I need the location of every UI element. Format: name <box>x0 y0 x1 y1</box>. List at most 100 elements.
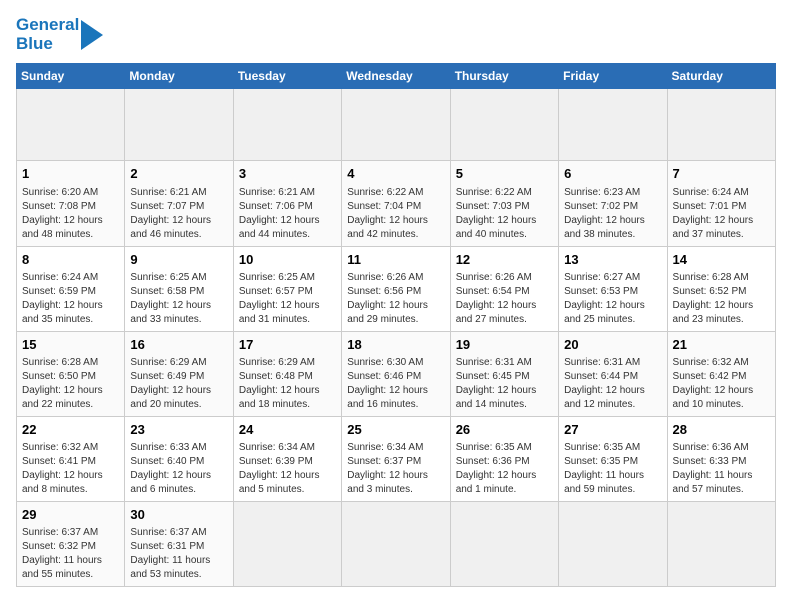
day-info: Sunset: 6:37 PM <box>347 455 444 469</box>
day-number: 26 <box>456 421 553 439</box>
day-info: Daylight: 12 hours <box>456 214 553 228</box>
day-info: Sunset: 7:07 PM <box>130 200 227 214</box>
day-number: 28 <box>673 421 770 439</box>
table-cell: 25Sunrise: 6:34 AMSunset: 6:37 PMDayligh… <box>342 416 450 501</box>
day-info: Sunrise: 6:23 AM <box>564 186 661 200</box>
day-info: and 20 minutes. <box>130 398 227 412</box>
day-info: Sunset: 6:52 PM <box>673 285 770 299</box>
day-info: and 5 minutes. <box>239 483 336 497</box>
table-cell <box>667 502 775 587</box>
day-info: Daylight: 12 hours <box>347 214 444 228</box>
day-info: Daylight: 12 hours <box>239 384 336 398</box>
logo-general: General <box>16 16 79 35</box>
table-cell <box>342 502 450 587</box>
day-info: Sunrise: 6:37 AM <box>130 526 227 540</box>
day-number: 8 <box>22 251 119 269</box>
day-info: Sunset: 6:41 PM <box>22 455 119 469</box>
logo: General Blue <box>16 16 103 53</box>
day-info: Sunset: 6:58 PM <box>130 285 227 299</box>
day-info: Daylight: 12 hours <box>456 299 553 313</box>
day-number: 30 <box>130 506 227 524</box>
day-number: 13 <box>564 251 661 269</box>
header: General Blue <box>16 16 776 53</box>
day-info: Sunrise: 6:37 AM <box>22 526 119 540</box>
day-info: Sunset: 6:42 PM <box>673 370 770 384</box>
day-info: Daylight: 12 hours <box>22 214 119 228</box>
day-number: 17 <box>239 336 336 354</box>
col-tuesday: Tuesday <box>233 64 341 89</box>
day-info: Sunset: 6:50 PM <box>22 370 119 384</box>
day-info: and 29 minutes. <box>347 313 444 327</box>
day-number: 1 <box>22 165 119 183</box>
day-info: Daylight: 12 hours <box>130 384 227 398</box>
table-cell: 9Sunrise: 6:25 AMSunset: 6:58 PMDaylight… <box>125 246 233 331</box>
table-cell: 24Sunrise: 6:34 AMSunset: 6:39 PMDayligh… <box>233 416 341 501</box>
day-info: Daylight: 12 hours <box>347 299 444 313</box>
day-info: Sunrise: 6:28 AM <box>673 271 770 285</box>
day-info: and 12 minutes. <box>564 398 661 412</box>
table-cell <box>125 89 233 161</box>
table-cell: 19Sunrise: 6:31 AMSunset: 6:45 PMDayligh… <box>450 331 558 416</box>
day-info: Sunset: 6:31 PM <box>130 540 227 554</box>
day-info: and 14 minutes. <box>456 398 553 412</box>
day-info: Sunrise: 6:33 AM <box>130 441 227 455</box>
day-info: Sunset: 7:02 PM <box>564 200 661 214</box>
day-info: Daylight: 12 hours <box>347 469 444 483</box>
day-info: Sunset: 6:54 PM <box>456 285 553 299</box>
day-number: 6 <box>564 165 661 183</box>
day-info: and 57 minutes. <box>673 483 770 497</box>
day-info: Daylight: 12 hours <box>239 214 336 228</box>
calendar-row: 22Sunrise: 6:32 AMSunset: 6:41 PMDayligh… <box>17 416 776 501</box>
day-info: and 35 minutes. <box>22 313 119 327</box>
calendar-row: 8Sunrise: 6:24 AMSunset: 6:59 PMDaylight… <box>17 246 776 331</box>
calendar-row <box>17 89 776 161</box>
day-info: and 48 minutes. <box>22 228 119 242</box>
table-cell: 16Sunrise: 6:29 AMSunset: 6:49 PMDayligh… <box>125 331 233 416</box>
day-info: Daylight: 12 hours <box>22 469 119 483</box>
day-info: Sunrise: 6:32 AM <box>22 441 119 455</box>
day-number: 15 <box>22 336 119 354</box>
table-cell: 14Sunrise: 6:28 AMSunset: 6:52 PMDayligh… <box>667 246 775 331</box>
day-info: and 38 minutes. <box>564 228 661 242</box>
day-info: Sunrise: 6:28 AM <box>22 356 119 370</box>
col-saturday: Saturday <box>667 64 775 89</box>
day-info: and 27 minutes. <box>456 313 553 327</box>
day-info: Sunrise: 6:21 AM <box>239 186 336 200</box>
table-cell: 29Sunrise: 6:37 AMSunset: 6:32 PMDayligh… <box>17 502 125 587</box>
day-number: 29 <box>22 506 119 524</box>
day-info: Sunset: 6:36 PM <box>456 455 553 469</box>
table-cell <box>342 89 450 161</box>
day-info: and 42 minutes. <box>347 228 444 242</box>
day-number: 10 <box>239 251 336 269</box>
day-info: and 18 minutes. <box>239 398 336 412</box>
day-info: and 44 minutes. <box>239 228 336 242</box>
day-info: Sunset: 6:45 PM <box>456 370 553 384</box>
day-info: Sunrise: 6:35 AM <box>456 441 553 455</box>
table-cell: 30 Sunrise: 6:37 AMSunset: 6:31 PMDayligh… <box>125 502 233 587</box>
col-monday: Monday <box>125 64 233 89</box>
day-info: Sunset: 7:04 PM <box>347 200 444 214</box>
day-info: Sunset: 6:39 PM <box>239 455 336 469</box>
day-info: and 16 minutes. <box>347 398 444 412</box>
table-cell: 26Sunrise: 6:35 AMSunset: 6:36 PMDayligh… <box>450 416 558 501</box>
day-info: Daylight: 12 hours <box>673 214 770 228</box>
table-cell: 17Sunrise: 6:29 AMSunset: 6:48 PMDayligh… <box>233 331 341 416</box>
day-info: Sunrise: 6:31 AM <box>564 356 661 370</box>
day-info: Sunrise: 6:24 AM <box>673 186 770 200</box>
col-wednesday: Wednesday <box>342 64 450 89</box>
table-cell: 2Sunrise: 6:21 AMSunset: 7:07 PMDaylight… <box>125 161 233 246</box>
day-number: 12 <box>456 251 553 269</box>
day-number: 3 <box>239 165 336 183</box>
table-cell <box>450 502 558 587</box>
day-info: Sunset: 6:57 PM <box>239 285 336 299</box>
day-info: Daylight: 11 hours <box>130 554 227 568</box>
table-cell: 10Sunrise: 6:25 AMSunset: 6:57 PMDayligh… <box>233 246 341 331</box>
day-info: Sunrise: 6:22 AM <box>347 186 444 200</box>
day-info: and 25 minutes. <box>564 313 661 327</box>
day-info: Sunrise: 6:26 AM <box>347 271 444 285</box>
day-number: 22 <box>22 421 119 439</box>
day-info: Sunrise: 6:29 AM <box>239 356 336 370</box>
day-info: Sunrise: 6:25 AM <box>130 271 227 285</box>
table-cell: 20Sunrise: 6:31 AMSunset: 6:44 PMDayligh… <box>559 331 667 416</box>
table-cell <box>233 502 341 587</box>
